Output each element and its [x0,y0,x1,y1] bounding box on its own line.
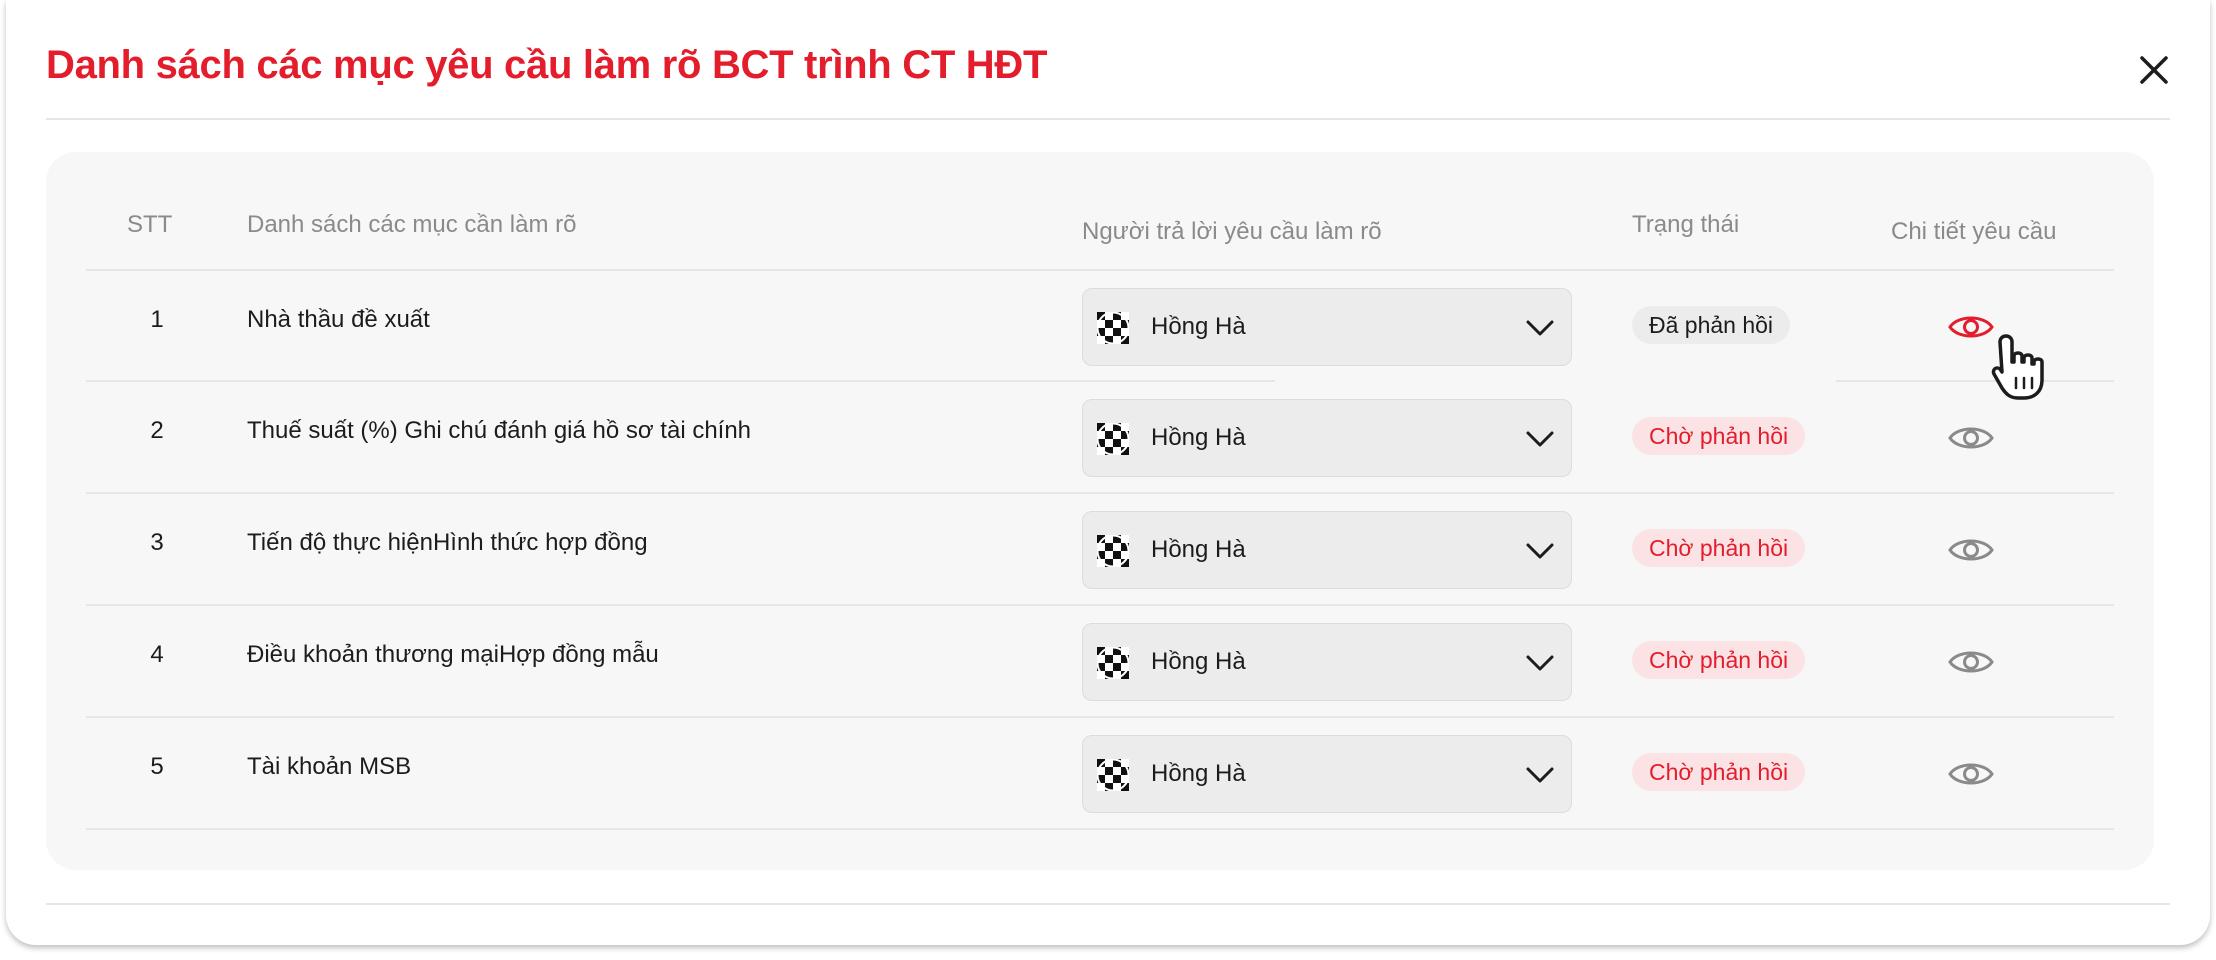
view-detail-button[interactable] [1948,647,1994,677]
row-divider [1836,380,2114,382]
header-detail: Chi tiết yêu cầu [1891,218,2057,245]
responder-select[interactable]: Hồng Hà [1082,288,1572,366]
row-divider [86,380,1275,382]
responder-name: Hồng Hà [1151,424,1246,451]
row-divider [86,492,2114,494]
eye-icon [1948,651,1994,673]
view-detail-button[interactable] [1948,759,1994,789]
close-button[interactable] [2134,50,2174,90]
status-badge: Chờ phản hồi [1632,529,1806,567]
status-badge: Chờ phản hồi [1632,641,1806,679]
row-stt: 1 [150,306,164,333]
header-stt: STT [127,211,173,238]
header-responder: Người trả lời yêu cầu làm rõ [1082,218,1382,245]
chevron-down-icon [1526,767,1554,783]
row-stt: 3 [150,529,164,556]
checkered-avatar-icon [1097,759,1129,791]
row-stt: 2 [150,417,164,444]
responder-select[interactable]: Hồng Hà [1082,735,1572,813]
status-badge: Chờ phản hồi [1632,753,1806,791]
clarification-table: STT Danh sách các mục cần làm rõ Người t… [46,152,2154,870]
dialog-title: Danh sách các mục yêu cầu làm rõ BCT trì… [46,43,1048,87]
eye-icon [1948,539,1994,561]
responder-select[interactable]: Hồng Hà [1082,399,1572,477]
header-items: Danh sách các mục cần làm rõ [247,211,577,238]
eye-icon [1948,763,1994,785]
chevron-down-icon [1526,320,1554,336]
row-stt: 4 [150,641,164,668]
view-detail-button[interactable] [1948,535,1994,565]
view-detail-button[interactable] [1948,312,1994,342]
row-item: Điều khoản thương mạiHợp đồng mẫu [247,641,659,668]
chevron-down-icon [1526,543,1554,559]
eye-icon [1948,316,1994,338]
chevron-down-icon [1526,655,1554,671]
row-item: Tiến độ thực hiệnHình thức hợp đồng [247,529,648,556]
row-stt: 5 [150,753,164,780]
eye-icon [1948,427,1994,449]
header-divider-line [86,269,2114,271]
view-detail-button[interactable] [1948,423,1994,453]
responder-name: Hồng Hà [1151,648,1246,675]
checkered-avatar-icon [1097,647,1129,679]
responder-name: Hồng Hà [1151,760,1246,787]
chevron-down-icon [1526,431,1554,447]
checkered-avatar-icon [1097,312,1129,344]
status-badge: Đã phản hồi [1632,306,1791,344]
row-divider [86,716,2114,718]
hand-pointer-icon [1991,334,2044,400]
clarification-dialog: Danh sách các mục yêu cầu làm rõ BCT trì… [6,0,2210,945]
header-status: Trạng thái [1632,211,1740,238]
responder-select[interactable]: Hồng Hà [1082,623,1572,701]
row-item: Nhà thầu đề xuất [247,306,430,333]
footer-divider [46,903,2170,905]
checkered-avatar-icon [1097,535,1129,567]
row-divider [86,604,2114,606]
close-icon [2140,56,2168,84]
checkered-avatar-icon [1097,423,1129,455]
responder-select[interactable]: Hồng Hà [1082,511,1572,589]
row-item: Thuế suất (%) Ghi chú đánh giá hồ sơ tài… [247,417,752,444]
row-divider [86,828,2114,830]
responder-name: Hồng Hà [1151,313,1246,340]
header-divider [46,118,2170,120]
responder-name: Hồng Hà [1151,536,1246,563]
row-item: Tài khoản MSB [247,753,412,780]
status-badge: Chờ phản hồi [1632,417,1806,455]
